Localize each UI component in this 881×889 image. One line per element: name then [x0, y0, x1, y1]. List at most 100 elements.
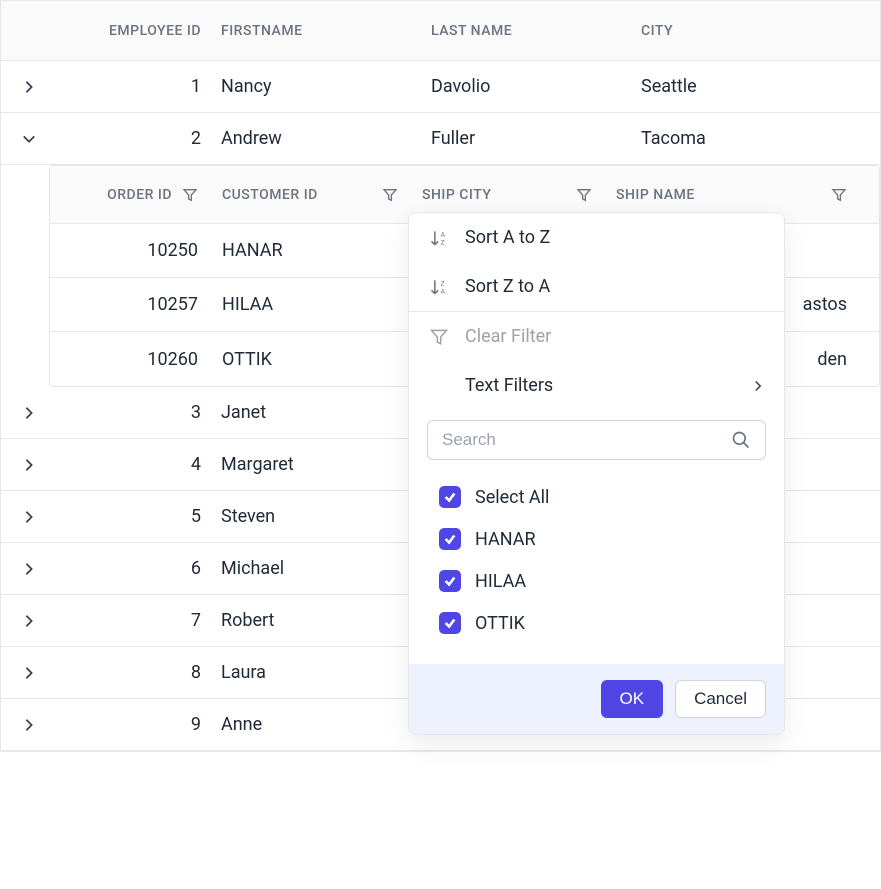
grid-header-row: EMPLOYEE ID FIRSTNAME LAST NAME CITY — [1, 1, 880, 61]
chevron-right-icon — [22, 614, 36, 628]
expand-button[interactable] — [16, 504, 42, 530]
filter-button[interactable] — [182, 187, 198, 203]
header-firstname[interactable]: FIRSTNAME — [211, 23, 421, 39]
expand-button[interactable] — [16, 660, 42, 686]
clear-filter-item: Clear Filter — [409, 312, 784, 361]
chevron-right-icon — [22, 718, 36, 732]
cell-firstname: Laura — [211, 662, 421, 683]
chevron-right-icon — [22, 666, 36, 680]
sort-az-label: Sort A to Z — [465, 227, 550, 248]
header-city[interactable]: CITY — [631, 23, 871, 39]
nested-header-customer-id-label: CUSTOMER ID — [222, 187, 318, 203]
checkbox-icon — [439, 486, 461, 508]
checkbox-label: HILAA — [475, 571, 526, 592]
cell-employee-id: 3 — [57, 402, 211, 423]
cell-firstname: Robert — [211, 610, 421, 631]
cell-firstname: Andrew — [211, 128, 421, 149]
svg-text:A: A — [441, 230, 446, 238]
chevron-right-icon — [22, 458, 36, 472]
cell-city: Seattle — [631, 76, 871, 97]
filter-icon — [576, 187, 592, 203]
chevron-right-icon — [752, 380, 764, 392]
search-input[interactable] — [442, 430, 721, 450]
sort-az-item[interactable]: AZ Sort A to Z — [409, 213, 784, 262]
nested-header-customer-id[interactable]: CUSTOMER ID — [210, 187, 410, 203]
cell-employee-id: 9 — [57, 714, 211, 735]
svg-text:Z: Z — [441, 238, 445, 246]
checkbox-label: OTTIK — [475, 613, 525, 634]
expand-button[interactable] — [16, 556, 42, 582]
cell-employee-id: 5 — [57, 506, 211, 527]
table-row: 1 Nancy Davolio Seattle — [1, 61, 880, 113]
text-filters-item[interactable]: Text Filters — [409, 361, 784, 410]
nested-header-ship-name-label: SHIP NAME — [616, 187, 695, 203]
cell-lastname: Fuller — [421, 128, 631, 149]
cell-firstname: Nancy — [211, 76, 421, 97]
checkbox-icon — [439, 570, 461, 592]
expand-button[interactable] — [16, 712, 42, 738]
cell-employee-id: 2 — [57, 128, 211, 149]
cell-employee-id: 1 — [57, 76, 211, 97]
nested-cell-order-id: 10250 — [50, 240, 210, 261]
filter-icon — [429, 327, 449, 347]
cell-firstname: Janet — [211, 402, 421, 423]
cell-employee-id: 7 — [57, 610, 211, 631]
checkbox-icon — [439, 612, 461, 634]
chevron-right-icon — [22, 80, 36, 94]
nested-header-order-id[interactable]: ORDER ID — [50, 187, 210, 203]
expand-button[interactable] — [16, 452, 42, 478]
filter-icon — [182, 187, 198, 203]
cell-firstname: Steven — [211, 506, 421, 527]
chevron-right-icon — [22, 406, 36, 420]
chevron-right-icon — [22, 510, 36, 524]
filter-popup: AZ Sort A to Z ZA Sort Z to A Clear Filt… — [408, 212, 785, 735]
checkbox-label: HANAR — [475, 529, 536, 550]
cell-employee-id: 6 — [57, 558, 211, 579]
checkbox-select-all[interactable]: Select All — [433, 476, 760, 518]
filter-checkbox-list: Select All HANAR HILAA OTTIK — [409, 466, 784, 664]
svg-text:A: A — [441, 287, 446, 295]
collapse-button[interactable] — [16, 126, 42, 152]
nested-header-ship-name[interactable]: SHIP NAME — [604, 187, 859, 203]
header-employee-id[interactable]: EMPLOYEE ID — [57, 23, 211, 39]
table-row: 2 Andrew Fuller Tacoma — [1, 113, 880, 165]
filter-button[interactable] — [382, 187, 398, 203]
cell-lastname: Davolio — [421, 76, 631, 97]
sort-za-item[interactable]: ZA Sort Z to A — [409, 262, 784, 311]
cancel-button[interactable]: Cancel — [675, 680, 766, 718]
cell-firstname: Michael — [211, 558, 421, 579]
checkbox-icon — [439, 528, 461, 550]
expand-button[interactable] — [16, 74, 42, 100]
search-box — [427, 420, 766, 460]
search-container — [409, 410, 784, 466]
cell-firstname: Margaret — [211, 454, 421, 475]
popup-footer: OK Cancel — [409, 664, 784, 734]
nested-cell-customer-id: OTTIK — [210, 349, 410, 370]
text-filters-label: Text Filters — [465, 375, 553, 396]
svg-text:Z: Z — [441, 279, 445, 287]
sort-desc-icon: ZA — [429, 277, 449, 297]
nested-header-ship-city-label: SHIP CITY — [422, 187, 491, 203]
checkbox-option[interactable]: OTTIK — [433, 602, 760, 644]
filter-icon — [382, 187, 398, 203]
search-icon — [731, 430, 751, 450]
checkbox-option[interactable]: HANAR — [433, 518, 760, 560]
filter-icon — [831, 187, 847, 203]
filter-button[interactable] — [576, 187, 592, 203]
expand-button[interactable] — [16, 608, 42, 634]
nested-cell-order-id: 10257 — [50, 294, 210, 315]
chevron-right-icon — [22, 562, 36, 576]
sort-za-label: Sort Z to A — [465, 276, 550, 297]
cell-employee-id: 4 — [57, 454, 211, 475]
nested-header-ship-city[interactable]: SHIP CITY — [410, 187, 604, 203]
cell-employee-id: 8 — [57, 662, 211, 683]
chevron-down-icon — [22, 132, 36, 146]
cell-city: Tacoma — [631, 128, 871, 149]
checkbox-label: Select All — [475, 487, 549, 508]
cell-firstname: Anne — [211, 714, 421, 735]
header-lastname[interactable]: LAST NAME — [421, 23, 631, 39]
expand-button[interactable] — [16, 400, 42, 426]
filter-button[interactable] — [831, 187, 847, 203]
ok-button[interactable]: OK — [601, 680, 664, 718]
checkbox-option[interactable]: HILAA — [433, 560, 760, 602]
